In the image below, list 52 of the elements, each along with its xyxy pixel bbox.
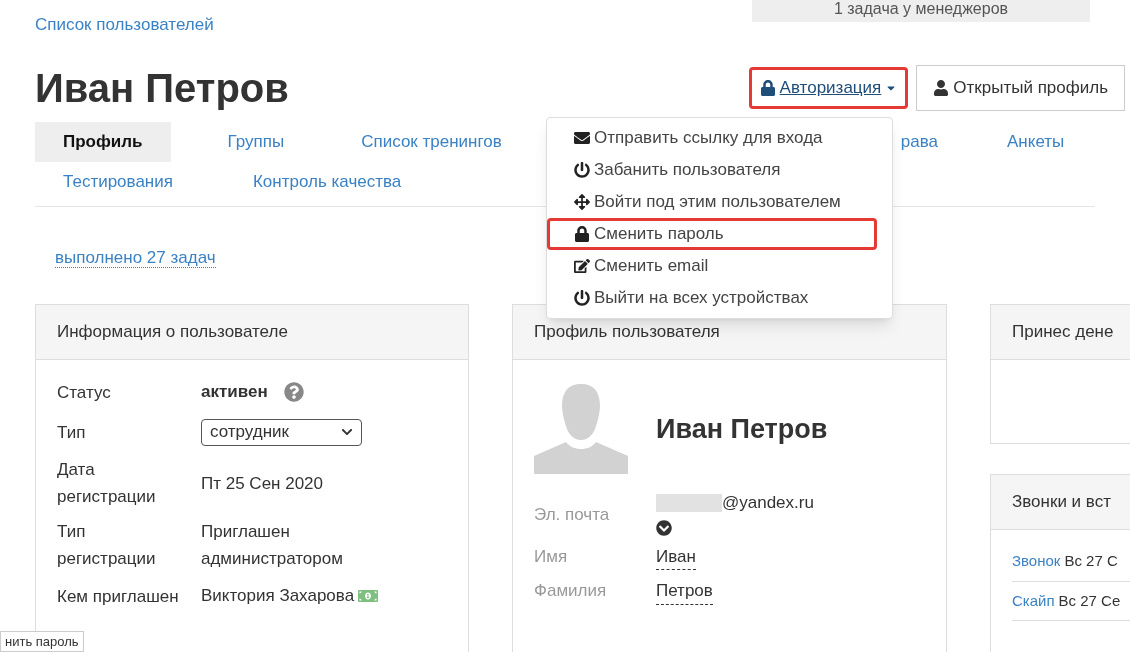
type-select[interactable]: сотрудник <box>201 418 362 446</box>
tab[interactable]: Профиль <box>35 121 171 162</box>
field-value: Пт 25 Сен 2020 <box>201 472 325 495</box>
menu-item[interactable]: Сменить email <box>547 250 892 282</box>
call-link[interactable]: Звонок <box>1012 550 1061 573</box>
field-value: Приглашен администратором <box>201 521 344 570</box>
field-label: Эл. почта <box>534 504 611 526</box>
tab[interactable]: Тестирования <box>35 161 201 202</box>
manager-tasks-banner: 1 задача у менеджеров <box>752 0 1090 22</box>
field-label: Фамилия <box>534 580 608 602</box>
page-title: Иван Петров <box>35 64 289 112</box>
power-icon <box>574 290 590 306</box>
email-value: @yandex.ru <box>722 492 814 514</box>
field-value: Виктория Захарова <box>201 585 355 608</box>
move-arrows-icon <box>574 194 590 210</box>
field-label: Статус <box>57 381 112 404</box>
status-value: активен <box>201 381 268 404</box>
tasks-done-link[interactable]: выполнено 27 задач <box>55 247 216 268</box>
tab[interactable]: Список тренингов <box>333 121 530 162</box>
lock-icon <box>759 79 776 96</box>
tab[interactable]: Анкеты <box>979 121 1093 162</box>
authorization-dropdown-button[interactable]: Авторизация <box>748 66 909 109</box>
tab[interactable]: Группы <box>199 121 313 162</box>
card-header: Информация о пользователе <box>36 305 468 360</box>
chevron-icon <box>341 426 353 438</box>
field-label: Дата регистрации <box>57 459 157 508</box>
power-icon <box>574 162 590 178</box>
call-date: Вс 27 С <box>1064 551 1118 571</box>
menu-item[interactable]: Сменить пароль <box>547 218 877 250</box>
tab[interactable]: Контроль качества <box>224 161 430 202</box>
breadcrumb-link[interactable]: Список пользователей <box>35 12 214 38</box>
call-date: Вс 27 Се <box>1058 590 1121 611</box>
envelope-icon <box>574 130 590 146</box>
editable-value[interactable]: Иван <box>656 543 696 570</box>
public-profile-button[interactable]: Открытый профиль <box>916 64 1125 111</box>
card-header: Принес дене <box>991 305 1130 360</box>
field-label: Кем приглашен <box>57 585 180 608</box>
call-link[interactable]: Скайп <box>1012 589 1055 612</box>
field-label: Имя <box>534 545 569 568</box>
edit-icon <box>574 258 590 274</box>
chevron-down-icon[interactable] <box>656 519 672 536</box>
status-bar-text: нить пароль <box>0 630 84 652</box>
field-label: Тип <box>57 421 87 444</box>
person-icon <box>933 79 950 96</box>
help-icon[interactable] <box>283 382 304 402</box>
card-header: Звонки и вст <box>991 475 1130 530</box>
field-label: Тип регистрации <box>57 521 157 570</box>
profile-name: Иван Петров <box>656 412 828 446</box>
editable-value[interactable]: Петров <box>656 578 713 605</box>
menu-item[interactable]: Войти под этим пользователем <box>547 186 892 218</box>
blurred-text <box>656 493 722 512</box>
lock-icon <box>574 226 590 242</box>
